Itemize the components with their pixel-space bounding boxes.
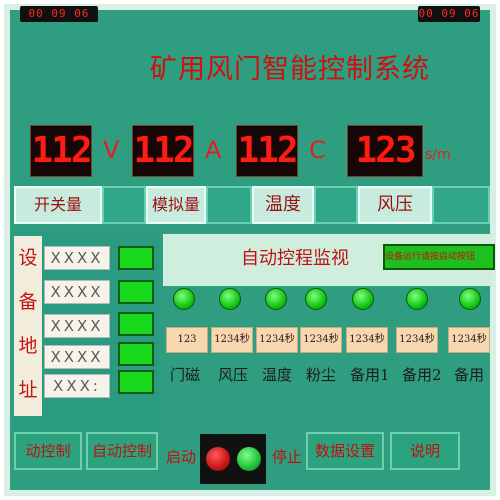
channel-label: 风压	[218, 366, 249, 384]
channel-lamp	[406, 288, 428, 310]
channel-lamp	[305, 288, 327, 310]
channel-label: 备用1	[350, 366, 390, 384]
channel-lamp	[173, 288, 195, 310]
channel-labels: 门磁 风压 温度 粉尘 备用1 备用2 备用	[170, 364, 500, 386]
tab-spacer	[206, 186, 252, 224]
address-label: 设 备 地 址	[14, 236, 42, 416]
stop-label: 停止	[272, 448, 303, 466]
status-alert: 设备运行请按启动按钮	[383, 244, 495, 270]
tab-wind-pressure[interactable]: 风压	[358, 186, 432, 224]
channel-label: 备用2	[402, 366, 442, 384]
channel-timer: 1234秒	[346, 327, 388, 353]
windspeed-display: 123	[347, 125, 423, 177]
start-stop-panel	[200, 434, 266, 484]
stop-button[interactable]	[203, 444, 233, 474]
address-field[interactable]: XXXX	[44, 280, 110, 304]
address-status-indicator	[118, 280, 154, 304]
channel-lamp	[459, 288, 481, 310]
manual-control-button[interactable]: 动控制	[14, 432, 82, 470]
start-label: 启动	[166, 448, 197, 466]
tab-spacer	[314, 186, 358, 224]
channel-label: 门磁	[170, 366, 201, 384]
page-title: 矿用风门智能控制系统	[150, 54, 430, 85]
address-status-indicator	[118, 370, 154, 394]
temperature-display: 112	[236, 125, 299, 177]
address-char: 地	[18, 335, 38, 357]
tab-spacer	[102, 186, 146, 224]
channel-timer: 123	[166, 327, 208, 353]
address-field[interactable]: XXXX	[44, 345, 110, 369]
auto-control-button[interactable]: 自动控制	[86, 432, 158, 470]
address-field[interactable]: XXX:	[44, 374, 110, 398]
tab-temperature[interactable]: 温度	[252, 186, 314, 224]
clock-right: 00 09 06	[418, 6, 480, 22]
data-settings-button[interactable]: 数据设置	[306, 432, 384, 470]
address-status-indicator	[118, 312, 154, 336]
channel-label: 粉尘	[306, 366, 337, 384]
clock-left: 00 09 06	[20, 6, 98, 22]
channel-timer: 1234秒	[300, 327, 342, 353]
channel-timer: 1234秒	[448, 327, 490, 353]
channel-lamp	[219, 288, 241, 310]
channel-lamp	[265, 288, 287, 310]
channel-label: 备用	[454, 366, 485, 384]
current-unit: A	[205, 136, 222, 164]
address-status-indicator	[118, 246, 154, 270]
tab-analog[interactable]: 模拟量	[146, 186, 206, 224]
voltage-unit: V	[103, 136, 120, 164]
channel-timer: 1234秒	[396, 327, 438, 353]
channel-label: 温度	[262, 366, 293, 384]
current-display: 112	[132, 125, 195, 177]
run-button[interactable]	[234, 444, 264, 474]
temperature-unit: C	[309, 136, 326, 164]
channel-timer: 1234秒	[256, 327, 298, 353]
address-status-indicator	[118, 342, 154, 366]
windspeed-unit: s/m	[425, 147, 451, 163]
tab-switch[interactable]: 开关量	[14, 186, 102, 224]
help-button[interactable]: 说明	[390, 432, 460, 470]
channel-lamp	[352, 288, 374, 310]
channel-timer: 1234秒	[211, 327, 253, 353]
address-field[interactable]: XXXX	[44, 246, 110, 270]
tab-spacer	[432, 186, 490, 224]
address-char: 设	[18, 247, 38, 269]
address-char: 备	[18, 291, 38, 313]
address-field[interactable]: XXXX	[44, 314, 110, 338]
voltage-display: 112	[30, 125, 93, 177]
monitor-title: 自动控程监视	[241, 248, 349, 269]
address-char: 址	[18, 379, 38, 401]
